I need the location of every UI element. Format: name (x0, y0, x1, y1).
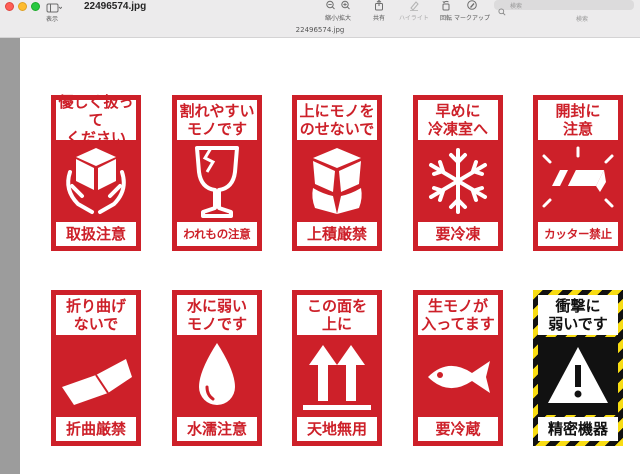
label-this-side-up: この面を 上に 天地無用 (292, 290, 382, 446)
label-top-text: 折り曲げ ないで (65, 297, 126, 333)
markup-icon (467, 0, 477, 10)
share-button[interactable]: 共有 (366, 0, 392, 24)
cutter-icon (538, 142, 618, 220)
share-label: 共有 (372, 15, 385, 22)
label-top-text: この面を 上に (306, 297, 367, 333)
label-precision-equipment: 衝撃に 弱いです 精密機器 (533, 290, 623, 446)
label-bottom-text: 要冷蔵 (418, 417, 498, 441)
zoom-button[interactable] (31, 2, 40, 11)
label-top-text: 優しく扱って ください (58, 93, 134, 147)
zoom-out-icon (326, 0, 335, 10)
label-top-text: 割れやすい モノです (179, 102, 255, 138)
label-bottom-text: 折曲厳禁 (56, 417, 136, 441)
label-handle-with-care: 優しく扱って ください 取扱注意 (51, 93, 141, 251)
label-bottom-text: 要冷凍 (418, 222, 498, 246)
sidebar-gutter (0, 38, 20, 474)
label-top-text: 衝撃に 弱いです (548, 297, 608, 333)
search-placeholder: 検索 (510, 3, 523, 10)
label-no-cutter: 開封に 注意 カッター禁止 (533, 95, 623, 251)
highlight-button[interactable]: ハイライト (396, 0, 432, 24)
snowflake-icon (418, 142, 498, 220)
label-bottom-text: 取扱注意 (56, 222, 136, 246)
label-bottom-text: 上積厳禁 (297, 222, 377, 246)
label-do-not-stack: 上にモノを のせないで 上積厳禁 (292, 95, 382, 251)
label-bottom-text: われもの注意 (177, 222, 257, 246)
label-do-not-bend: 折り曲げ ないで 折曲厳禁 (51, 290, 141, 446)
search-icon (498, 1, 506, 20)
rotate-label: 回転 (439, 15, 452, 22)
up-arrows-icon (297, 337, 377, 415)
label-top-text: 開封に 注意 (555, 102, 601, 138)
crushed-box-icon (297, 142, 377, 220)
markup-label: マークアップ (454, 15, 491, 22)
search-label: 検索 (576, 16, 589, 23)
zoom-label: 縮小/拡大 (324, 15, 352, 22)
label-top-text: 生モノが 入ってます (421, 297, 495, 333)
label-fragile: 割れやすい モノです われもの注意 (172, 95, 262, 251)
folded-sheet-icon (56, 337, 136, 415)
share-icon (375, 0, 383, 11)
label-bottom-text: 水濡注意 (177, 417, 257, 441)
window-title: 22496574.jpg (84, 1, 147, 12)
fish-icon (418, 337, 498, 415)
label-refrigerate: 生モノが 入ってます 要冷蔵 (413, 290, 503, 446)
label-top-text: 早めに 冷凍室へ (427, 102, 488, 138)
rotate-icon (442, 0, 450, 11)
hands-box-icon (56, 142, 136, 220)
preview-window: 表示 22496574.jpg 縮小/拡大 共有 ハイライト 回転 マークアップ (0, 0, 640, 474)
search-field[interactable]: 検索 (494, 0, 634, 16)
label-bottom-text: 精密機器 (538, 417, 618, 441)
window-subtitle: 22496574.jpg (295, 26, 345, 34)
warning-triangle-icon (538, 337, 618, 415)
broken-glass-icon (177, 142, 257, 220)
toolbar: 表示 22496574.jpg 縮小/拡大 共有 ハイライト 回転 マークアップ (0, 0, 640, 38)
water-drop-icon (177, 337, 257, 415)
view-label: 表示 (46, 16, 59, 23)
label-freeze: 早めに 冷凍室へ 要冷凍 (413, 95, 503, 251)
label-bottom-text: カッター禁止 (538, 222, 618, 246)
zoom-in-icon (341, 0, 350, 10)
sidebar-icon[interactable] (46, 0, 63, 13)
minimize-button[interactable] (18, 2, 27, 11)
markup-button[interactable]: マークアップ (454, 0, 490, 24)
label-top-text: 上にモノを のせないで (299, 102, 375, 138)
label-keep-dry: 水に弱い モノです 水濡注意 (172, 290, 262, 446)
label-top-text: 水に弱い モノです (186, 297, 247, 333)
zoom-control[interactable]: 縮小/拡大 (320, 0, 356, 24)
highlighter-icon (410, 1, 419, 11)
highlight-label: ハイライト (399, 15, 429, 22)
close-button[interactable] (5, 2, 14, 11)
rotate-button[interactable]: 回転 (436, 0, 456, 24)
label-bottom-text: 天地無用 (297, 417, 377, 441)
